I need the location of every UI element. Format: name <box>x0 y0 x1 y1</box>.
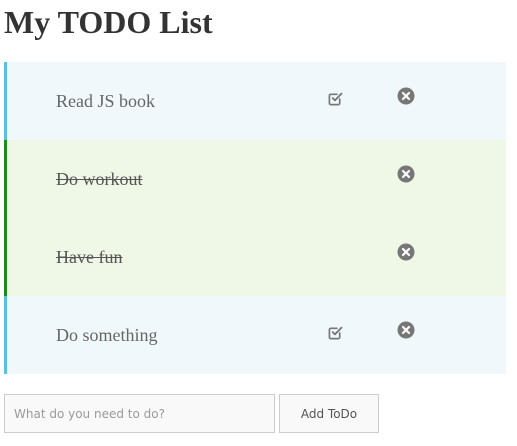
delete-icon[interactable] <box>396 164 416 184</box>
delete-icon[interactable] <box>396 242 416 262</box>
new-todo-input[interactable] <box>4 394 275 433</box>
checkbox-checked-icon[interactable] <box>326 89 344 107</box>
checkbox-checked-icon[interactable] <box>326 323 344 341</box>
page-title: My TODO List <box>4 4 213 40</box>
delete-icon[interactable] <box>396 320 416 340</box>
todo-item-text: Do workout <box>56 169 143 189</box>
todo-item: Have fun <box>4 218 506 296</box>
delete-icon[interactable] <box>396 86 416 106</box>
todo-item-text: Read JS book <box>56 91 155 111</box>
todo-item-text: Have fun <box>56 247 123 267</box>
todo-item: Read JS book <box>4 62 506 140</box>
add-todo-button[interactable]: Add ToDo <box>279 394 379 433</box>
todo-item: Do something <box>4 296 506 374</box>
todo-item-text: Do something <box>56 325 158 345</box>
todo-item: Do workout <box>4 140 506 218</box>
todo-list: Read JS book Do workout Have fun Do some… <box>4 62 506 374</box>
